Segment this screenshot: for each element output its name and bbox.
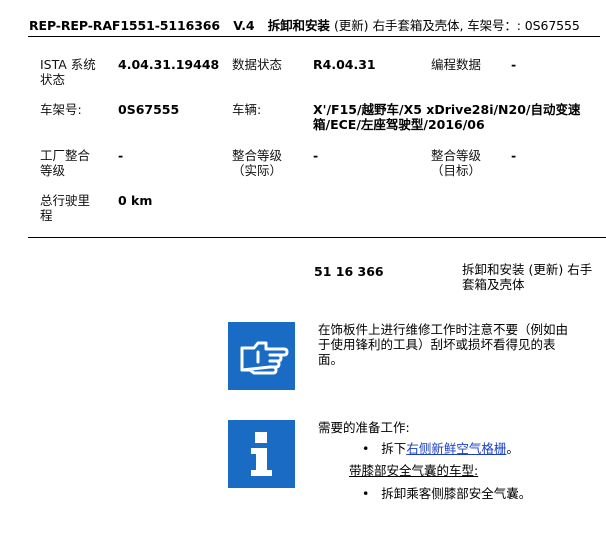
doc-title-cn: 拆卸和安装 (267, 18, 330, 33)
prep-heading: 需要的准备工作: (318, 420, 410, 435)
data-status-value: R4.04.31 (313, 57, 376, 72)
data-status-label: 数据状态 (232, 57, 283, 72)
target-level-label: 整合等级 （目标） (431, 148, 482, 178)
mileage-label: 总行驶里 程 (40, 193, 91, 223)
prep-step-1: • 拆下右侧新鲜空气格栅。 (362, 441, 519, 456)
doc-title-rest: 右手套箱及壳体, 车架号：: 0S67555 (372, 18, 580, 33)
title-rule (28, 36, 600, 37)
procedure-title: 拆卸和安装 (更新) 右手 套箱及壳体 (462, 262, 593, 292)
ista-value: 4.04.31.19448 (118, 57, 220, 72)
actual-level-value: - (313, 148, 319, 163)
prep-condition: 带膝部安全气囊的车型: (349, 463, 479, 478)
program-data-label: 编程数据 (431, 57, 482, 72)
info-rule (28, 237, 606, 238)
fresh-air-grille-link[interactable]: 右侧新鲜空气格栅 (406, 441, 506, 456)
note-text: 在饰板件上进行维修工作时注意不要（例如由 于使用锋利的工具）刮坏或损坏看得见的表… (318, 322, 569, 367)
pointing-hand-icon (228, 322, 295, 390)
target-level-value: - (511, 148, 517, 163)
info-icon (228, 420, 295, 488)
step2-text: 拆卸乘客侧膝部安全气囊。 (381, 486, 532, 501)
vin-value: 0S67555 (118, 102, 180, 117)
program-data-value: - (511, 57, 517, 72)
step1-prefix: 拆下 (381, 441, 407, 456)
document-title: REP-REP-RAF1551-5116366 V.4 拆卸和安装 (更新) 右… (29, 15, 599, 34)
vehicle-value: X'/F15/越野车/X5 xDrive28i/N20/自动变速 箱/ECE/左… (313, 102, 581, 132)
factory-level-value: - (118, 148, 124, 163)
prep-step-2: • 拆卸乘客侧膝部安全气囊。 (362, 486, 531, 501)
update-tag: (更新) (334, 18, 369, 33)
procedure-code: 51 16 366 (314, 264, 384, 279)
step1-suffix: 。 (506, 441, 519, 456)
ista-label: ISTA 系统 状态 (40, 57, 96, 87)
bullet-dot: • (362, 441, 370, 456)
doc-version: V.4 (233, 18, 255, 33)
bullet-dot: • (362, 486, 370, 501)
doc-code: REP-REP-RAF1551-5116366 (29, 18, 220, 33)
vin-label: 车架号: (40, 102, 82, 117)
factory-level-label: 工厂整合 等级 (40, 148, 91, 178)
actual-level-label: 整合等级 （实际） (232, 148, 283, 178)
mileage-value: 0 km (118, 193, 153, 208)
vehicle-label: 车辆: (232, 102, 262, 117)
